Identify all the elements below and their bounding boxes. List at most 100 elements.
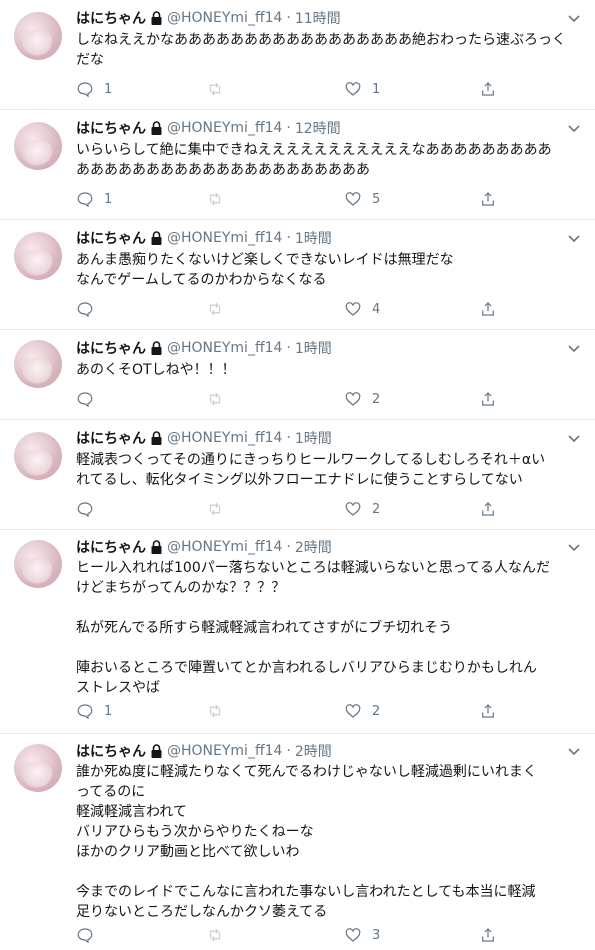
- tweet-timestamp[interactable]: 11時間: [295, 8, 341, 28]
- tweet-timestamp[interactable]: 1時間: [295, 338, 332, 358]
- reply-icon: [77, 82, 93, 98]
- like-button[interactable]: 5: [344, 190, 380, 208]
- separator-dot: ·: [286, 230, 291, 246]
- share-icon: [482, 82, 494, 96]
- like-button[interactable]: 4: [344, 300, 380, 318]
- reply-button[interactable]: 1: [76, 702, 112, 720]
- avatar[interactable]: [14, 540, 62, 588]
- retweet-icon: [209, 192, 221, 206]
- chevron-down-icon[interactable]: [567, 122, 581, 136]
- like-button[interactable]: 2: [344, 390, 380, 408]
- reply-button[interactable]: [76, 390, 104, 408]
- tweet-actions: 4: [76, 300, 516, 320]
- author-name[interactable]: はにちゃん: [76, 537, 146, 557]
- retweet-button[interactable]: [206, 80, 234, 98]
- reply-icon: [77, 392, 93, 408]
- reply-button[interactable]: 1: [76, 190, 112, 208]
- avatar[interactable]: [14, 232, 62, 280]
- share-button[interactable]: [479, 926, 497, 944]
- author-name[interactable]: はにちゃん: [76, 228, 146, 248]
- share-icon: [482, 502, 494, 516]
- author-name[interactable]: はにちゃん: [76, 118, 146, 138]
- author-name[interactable]: はにちゃん: [76, 741, 146, 761]
- tweet[interactable]: はにちゃん @HONEYmi_ff14 · 2時間 誰か死ぬ度に軽減たりなくて死…: [0, 734, 595, 950]
- share-button[interactable]: [479, 500, 497, 518]
- retweet-button[interactable]: [206, 926, 234, 944]
- retweet-button[interactable]: [206, 390, 234, 408]
- author-handle[interactable]: @HONEYmi_ff14: [167, 539, 282, 555]
- share-icon: [482, 302, 494, 316]
- avatar[interactable]: [14, 12, 62, 60]
- retweet-button[interactable]: [206, 300, 234, 318]
- tweet-actions: 2: [76, 390, 516, 410]
- share-button[interactable]: [479, 190, 497, 208]
- author-name[interactable]: はにちゃん: [76, 8, 146, 28]
- like-button[interactable]: 2: [344, 702, 380, 720]
- tweet-timestamp[interactable]: 12時間: [295, 118, 341, 138]
- avatar[interactable]: [14, 432, 62, 480]
- retweet-button[interactable]: [206, 500, 234, 518]
- chevron-down-icon[interactable]: [567, 541, 581, 555]
- reply-button[interactable]: [76, 300, 104, 318]
- separator-dot: ·: [286, 743, 291, 759]
- like-count: 4: [372, 301, 381, 317]
- share-icon: [482, 392, 494, 406]
- heart-icon: [345, 82, 361, 96]
- heart-icon: [345, 928, 361, 942]
- tweet-timestamp[interactable]: 1時間: [295, 228, 332, 248]
- tweet[interactable]: はにちゃん @HONEYmi_ff14 · 2時間 ヒール入れれば100パー落ち…: [0, 530, 595, 734]
- like-button[interactable]: 1: [344, 80, 380, 98]
- tweet-actions: 1 5: [76, 190, 516, 210]
- author-handle[interactable]: @HONEYmi_ff14: [167, 430, 282, 446]
- tweet[interactable]: はにちゃん @HONEYmi_ff14 · 11時間 しなねええかなああああああ…: [0, 0, 595, 110]
- tweet-text: いらいらして絶に集中できねえええええええええええなあああああああああ あああああ…: [76, 142, 552, 178]
- author-name[interactable]: はにちゃん: [76, 338, 146, 358]
- tweet-timestamp[interactable]: 2時間: [295, 741, 332, 761]
- tweet-text: あんま愚痴りたくないけど楽しくできないレイドは無理だな なんでゲームしてるのかわ…: [76, 252, 454, 288]
- author-handle[interactable]: @HONEYmi_ff14: [167, 230, 282, 246]
- tweet[interactable]: はにちゃん @HONEYmi_ff14 · 12時間 いらいらして絶に集中できね…: [0, 110, 595, 220]
- author-handle[interactable]: @HONEYmi_ff14: [167, 340, 282, 356]
- like-count: 1: [372, 81, 381, 97]
- avatar[interactable]: [14, 744, 62, 792]
- tweet[interactable]: はにちゃん @HONEYmi_ff14 · 1時間 あんま愚痴りたくないけど楽し…: [0, 220, 595, 330]
- reply-count: 1: [104, 81, 113, 97]
- tweet-timestamp[interactable]: 1時間: [295, 428, 332, 448]
- reply-count: 1: [104, 191, 113, 207]
- author-handle[interactable]: @HONEYmi_ff14: [167, 743, 282, 759]
- tweet-header: はにちゃん @HONEYmi_ff14 · 1時間: [76, 338, 332, 358]
- share-button[interactable]: [479, 80, 497, 98]
- share-button[interactable]: [479, 702, 497, 720]
- share-button[interactable]: [479, 390, 497, 408]
- chevron-down-icon[interactable]: [567, 342, 581, 356]
- tweet-timestamp[interactable]: 2時間: [295, 537, 332, 557]
- reply-count: 1: [104, 703, 113, 719]
- share-button[interactable]: [479, 300, 497, 318]
- retweet-icon: [209, 82, 221, 96]
- reply-button[interactable]: [76, 500, 104, 518]
- retweet-button[interactable]: [206, 190, 234, 208]
- chevron-down-icon[interactable]: [567, 745, 581, 759]
- author-name[interactable]: はにちゃん: [76, 428, 146, 448]
- lock-icon: [151, 121, 162, 135]
- tweet-text: しなねええかなあああああああああああああああああ絶おわったら速ぶろっく だな: [76, 32, 566, 68]
- like-button[interactable]: 3: [344, 926, 380, 944]
- author-handle[interactable]: @HONEYmi_ff14: [167, 10, 282, 26]
- reply-button[interactable]: [76, 926, 104, 944]
- author-handle[interactable]: @HONEYmi_ff14: [167, 120, 282, 136]
- lock-icon: [151, 431, 162, 445]
- lock-icon: [151, 11, 162, 25]
- chevron-down-icon[interactable]: [567, 12, 581, 26]
- retweet-icon: [209, 704, 221, 718]
- tweet-header: はにちゃん @HONEYmi_ff14 · 2時間: [76, 741, 332, 761]
- avatar[interactable]: [14, 340, 62, 388]
- chevron-down-icon[interactable]: [567, 432, 581, 446]
- chevron-down-icon[interactable]: [567, 232, 581, 246]
- avatar[interactable]: [14, 122, 62, 170]
- reply-button[interactable]: 1: [76, 80, 112, 98]
- tweet[interactable]: はにちゃん @HONEYmi_ff14 · 1時間 軽減表つくってその通りにきっ…: [0, 420, 595, 530]
- lock-icon: [151, 744, 162, 758]
- retweet-button[interactable]: [206, 702, 234, 720]
- like-button[interactable]: 2: [344, 500, 380, 518]
- tweet[interactable]: はにちゃん @HONEYmi_ff14 · 1時間 あのくそOTしねや！！！ 2: [0, 330, 595, 420]
